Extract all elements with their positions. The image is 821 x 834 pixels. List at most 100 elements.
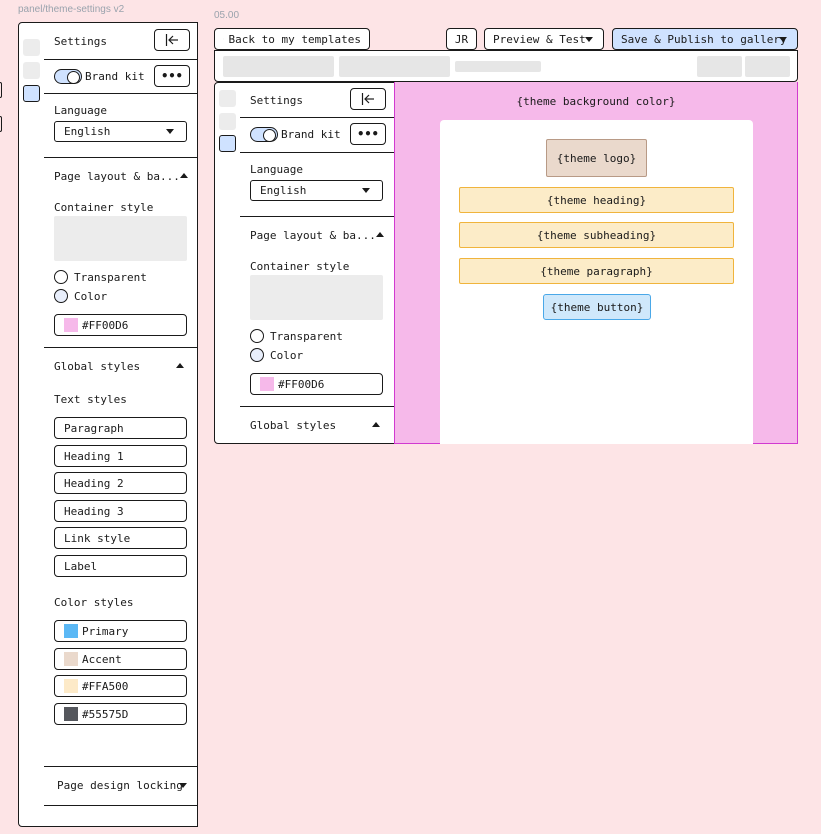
rail-button[interactable] xyxy=(219,90,236,107)
publish-label: Save & Publish to gallery xyxy=(621,32,787,46)
theme-subheading-label: {theme subheading} xyxy=(536,228,657,242)
theme-container[interactable]: {theme logo} {theme heading} {theme subh… xyxy=(440,120,753,444)
theme-paragraph[interactable]: {theme paragraph} xyxy=(459,258,734,284)
collapse-panel-button[interactable] xyxy=(350,88,386,110)
container-style-label: Container style xyxy=(250,260,350,273)
chevron-up-icon[interactable] xyxy=(180,173,188,178)
preview-test-button[interactable]: Preview & Test xyxy=(484,28,604,50)
color-style-item[interactable]: #55575D xyxy=(54,703,187,725)
frame-label: panel/theme-settings v2 xyxy=(18,4,125,15)
theme-background-label: {theme background color} xyxy=(516,95,676,108)
settings-panel: Settings Brand kit ••• Language English … xyxy=(44,22,198,827)
save-publish-button[interactable]: Save & Publish to gallery xyxy=(612,28,798,50)
preview-label: Preview & Test xyxy=(493,32,586,46)
chevron-down-icon xyxy=(166,129,174,134)
collapse-panel-button[interactable] xyxy=(154,29,190,51)
skeleton-line xyxy=(455,61,541,72)
chevron-up-icon[interactable] xyxy=(372,422,380,427)
offscreen-element xyxy=(0,82,2,98)
language-select[interactable]: English xyxy=(54,121,187,142)
rail-button[interactable] xyxy=(23,39,40,56)
color-value: #FF00D6 xyxy=(278,377,325,391)
collapse-left-icon xyxy=(361,93,374,105)
more-options-button[interactable]: ••• xyxy=(350,123,386,145)
arrow-left-icon xyxy=(223,38,224,40)
chevron-down-icon xyxy=(779,37,787,42)
color-style-label: Primary xyxy=(82,624,129,638)
theme-canvas: {theme background color} {theme logo} {t… xyxy=(394,82,798,444)
brand-kit-toggle[interactable] xyxy=(250,127,278,142)
back-to-templates-button[interactable]: Back to my templates xyxy=(214,28,370,50)
collapse-left-icon xyxy=(165,34,178,46)
rail-button-active[interactable] xyxy=(23,85,40,102)
theme-button-label: {theme button} xyxy=(550,300,644,314)
transparent-radio[interactable] xyxy=(54,270,68,284)
icon-rail xyxy=(18,22,45,827)
container-style-preview[interactable] xyxy=(250,275,383,320)
rail-button[interactable] xyxy=(219,113,236,130)
color-label: Color xyxy=(270,349,304,362)
chevron-down-icon[interactable] xyxy=(179,783,187,788)
avatar[interactable]: JR xyxy=(446,28,477,50)
settings-panel-preview: Settings Brand kit ••• Language English … xyxy=(240,82,395,444)
transparent-radio[interactable] xyxy=(250,329,264,343)
page-layout-section-header[interactable]: Page layout & ba... xyxy=(250,229,376,242)
container-style-preview[interactable] xyxy=(54,216,187,261)
chevron-up-icon[interactable] xyxy=(376,232,384,237)
color-radio[interactable] xyxy=(250,348,264,362)
language-value: English xyxy=(260,184,307,197)
text-style-item[interactable]: Heading 2 xyxy=(54,472,187,494)
rail-button[interactable] xyxy=(23,62,40,79)
chevron-up-icon[interactable] xyxy=(176,363,184,368)
transparent-label: Transparent xyxy=(74,271,147,284)
text-style-item[interactable]: Label xyxy=(54,555,187,577)
page-layout-section-header[interactable]: Page layout & ba... xyxy=(54,170,180,183)
color-swatch xyxy=(64,679,78,693)
color-swatch xyxy=(64,318,78,332)
text-style-item[interactable]: Heading 3 xyxy=(54,500,187,522)
color-label: Color xyxy=(74,290,108,303)
color-value-field[interactable]: #FF00D6 xyxy=(250,373,383,395)
language-label: Language xyxy=(54,104,107,117)
color-style-item[interactable]: Primary xyxy=(54,620,187,642)
global-styles-section-header[interactable]: Global styles xyxy=(250,419,336,432)
avatar-initials: JR xyxy=(454,32,469,46)
panel-title: Settings xyxy=(54,35,107,48)
theme-button[interactable]: {theme button} xyxy=(543,294,651,320)
rail-button-active[interactable] xyxy=(219,135,236,152)
brand-kit-label: Brand kit xyxy=(281,128,341,141)
language-label: Language xyxy=(250,163,303,176)
theme-logo[interactable]: {theme logo} xyxy=(546,139,647,177)
color-value: #FF00D6 xyxy=(82,318,129,332)
color-style-label: Accent xyxy=(82,652,122,666)
color-style-item[interactable]: Accent xyxy=(54,648,187,670)
color-style-item[interactable]: #FFA500 xyxy=(54,675,187,697)
theme-heading[interactable]: {theme heading} xyxy=(459,187,734,213)
color-swatch xyxy=(64,652,78,666)
color-swatch xyxy=(64,707,78,721)
skeleton-block xyxy=(745,56,790,77)
language-select[interactable]: English xyxy=(250,180,383,201)
theme-logo-label: {theme logo} xyxy=(556,151,637,165)
global-styles-section-header[interactable]: Global styles xyxy=(54,360,140,373)
theme-subheading[interactable]: {theme subheading} xyxy=(459,222,734,248)
skeleton-block xyxy=(339,56,450,77)
brand-kit-label: Brand kit xyxy=(85,70,145,83)
text-style-item[interactable]: Link style xyxy=(54,527,187,549)
skeleton-block xyxy=(697,56,742,77)
container-style-label: Container style xyxy=(54,201,154,214)
page-design-locking-section-header[interactable]: Page design locking xyxy=(57,779,183,792)
color-radio[interactable] xyxy=(54,289,68,303)
more-options-button[interactable]: ••• xyxy=(154,65,190,87)
text-style-label: Label xyxy=(64,559,98,573)
color-value-field[interactable]: #FF00D6 xyxy=(54,314,187,336)
more-icon: ••• xyxy=(161,69,183,83)
theme-paragraph-label: {theme paragraph} xyxy=(540,264,653,278)
text-style-item[interactable]: Heading 1 xyxy=(54,445,187,467)
color-swatch xyxy=(64,624,78,638)
brand-kit-toggle[interactable] xyxy=(54,69,82,84)
color-swatch xyxy=(260,377,274,391)
skeleton-block xyxy=(223,56,334,77)
text-style-item[interactable]: Paragraph xyxy=(54,417,187,439)
color-style-label: #FFA500 xyxy=(82,679,129,693)
